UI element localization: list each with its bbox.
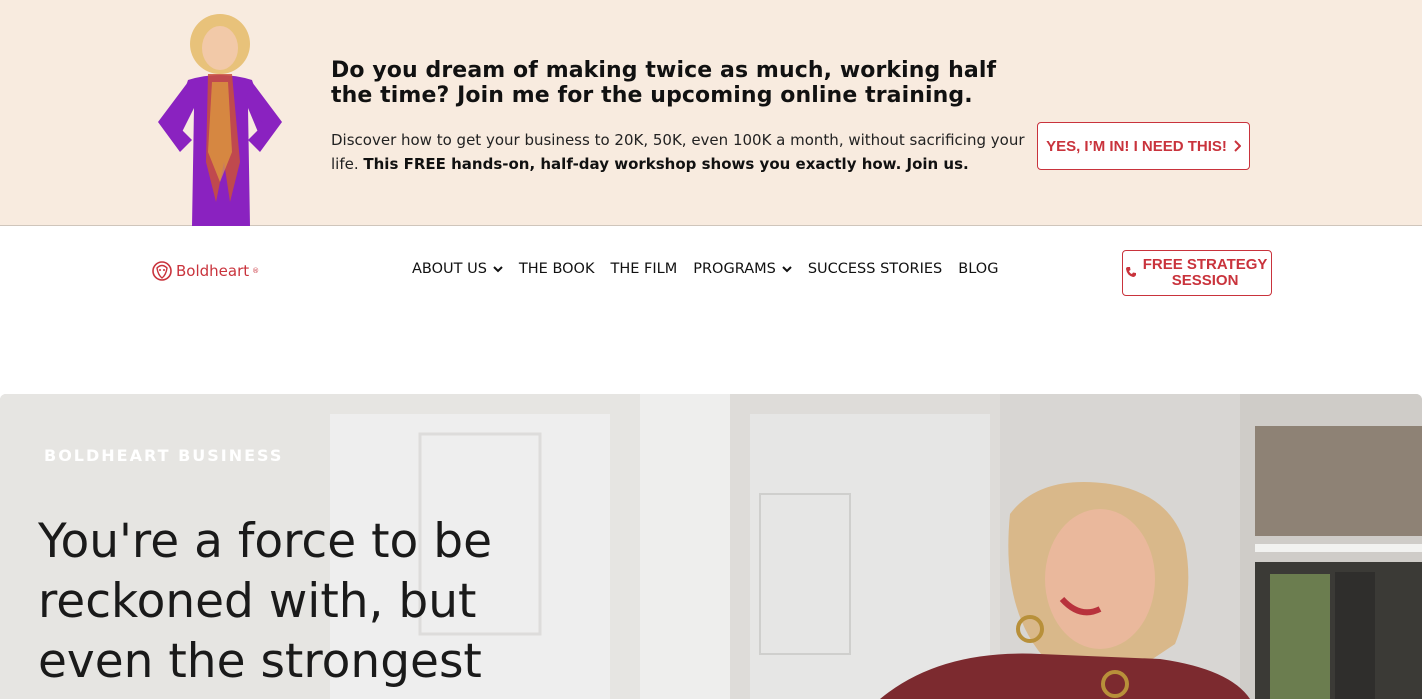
nav-item-about-us[interactable]: ABOUT US xyxy=(412,261,503,277)
cta-content: FREE STRATEGY SESSION xyxy=(1125,257,1269,289)
nav-item-label: SUCCESS STORIES xyxy=(807,261,943,277)
join-training-label: YES, I’M IN! I NEED THIS! xyxy=(1046,137,1227,155)
lion-head-icon xyxy=(152,261,172,281)
logo-registered-mark: ® xyxy=(252,267,260,275)
phone-icon xyxy=(1125,266,1136,277)
nav-item-blog[interactable]: BLOG xyxy=(958,261,998,277)
promo-body-emphasis: This FREE hands-on, half-day workshop sh… xyxy=(363,155,969,173)
hero-section: BOLDHEART BUSINESS You're a force to be … xyxy=(0,394,1422,699)
nav-item-the-book[interactable]: THE BOOK xyxy=(519,261,595,277)
hero-kicker: BOLDHEART BUSINESS xyxy=(44,446,284,465)
nav-item-label: THE BOOK xyxy=(518,261,595,277)
free-strategy-session-button[interactable]: FREE STRATEGY SESSION xyxy=(1122,250,1272,296)
nav-item-success-stories[interactable]: SUCCESS STORIES xyxy=(808,261,942,277)
boldheart-logo[interactable]: Boldheart ® xyxy=(151,260,259,282)
join-training-button[interactable]: YES, I’M IN! I NEED THIS! xyxy=(1037,122,1250,170)
nav-item-label: BLOG xyxy=(958,261,999,277)
nav-menu: ABOUT US THE BOOK THE FILM PROGRAMS SUCC… xyxy=(412,261,998,277)
promo-description: Discover how to get your business to 20K… xyxy=(331,128,1031,176)
nav-item-programs[interactable]: PROGRAMS xyxy=(693,261,792,277)
nav-item-label: ABOUT US xyxy=(412,261,487,277)
chevron-right-icon xyxy=(1234,140,1241,152)
logo-wordmark: Boldheart xyxy=(176,262,250,280)
hero-title: You're a force to be reckoned with, but … xyxy=(38,514,492,689)
cta-label: FREE STRATEGY SESSION xyxy=(1142,256,1268,289)
main-navigation: Boldheart ® ABOUT US THE BOOK THE FILM PR… xyxy=(0,227,1422,317)
nav-item-the-film[interactable]: THE FILM xyxy=(610,261,677,277)
presenter-photo xyxy=(158,14,282,226)
chevron-down-icon xyxy=(782,266,792,273)
chevron-down-icon xyxy=(493,266,503,273)
promo-banner: Do you dream of making twice as much, wo… xyxy=(0,0,1422,226)
promo-headline: Do you dream of making twice as much, wo… xyxy=(331,58,997,108)
nav-item-label: PROGRAMS xyxy=(693,261,776,277)
nav-item-label: THE FILM xyxy=(610,261,678,277)
